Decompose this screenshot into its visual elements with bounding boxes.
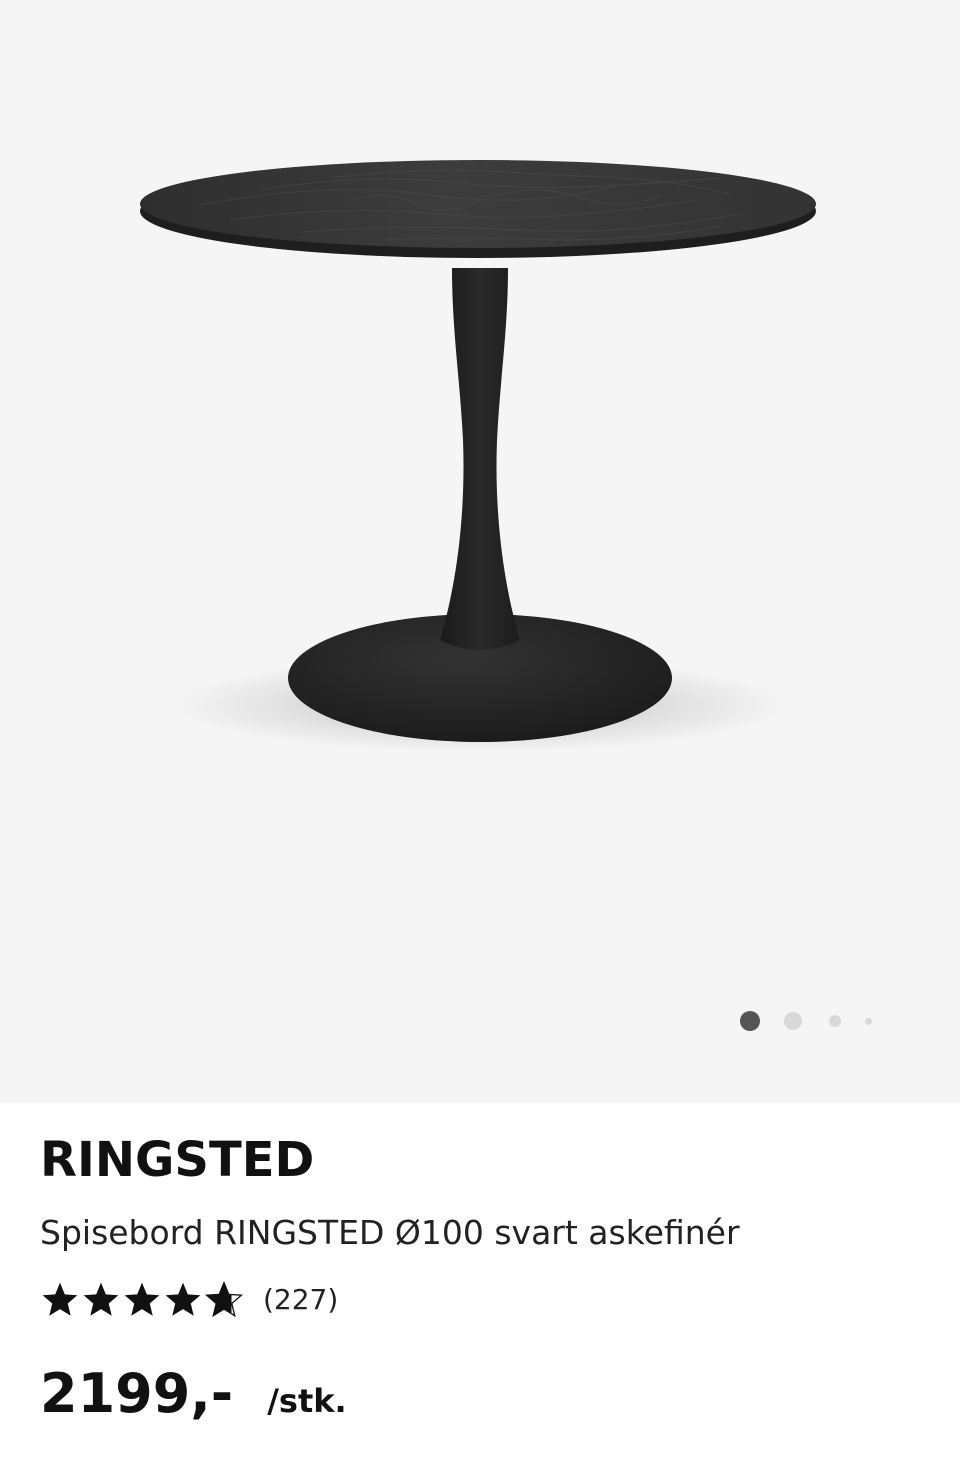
- star-icon: [165, 1282, 201, 1316]
- rating-stars: [40, 1281, 245, 1319]
- carousel-dots[interactable]: [740, 1009, 872, 1033]
- star-icon: [83, 1282, 119, 1316]
- star-icon: [124, 1282, 160, 1316]
- product-rating[interactable]: (227): [40, 1275, 338, 1325]
- table-stem: [440, 268, 520, 650]
- carousel-dot[interactable]: [865, 1017, 872, 1025]
- review-count[interactable]: (227): [263, 1280, 338, 1320]
- table-top: [140, 160, 816, 248]
- price-unit: /stk.: [267, 1382, 347, 1420]
- star-half-icon: [204, 1281, 244, 1318]
- product-description[interactable]: Spisebord RINGSTED Ø100 svart askefinér: [40, 1211, 740, 1255]
- carousel-dot[interactable]: [829, 1015, 841, 1027]
- product-price: 2199,-: [40, 1362, 234, 1425]
- price-row: 2199,- /stk.: [40, 1359, 347, 1429]
- product-name[interactable]: RINGSTED: [40, 1131, 314, 1189]
- star-icon: [42, 1282, 78, 1316]
- product-image[interactable]: [0, 0, 960, 1103]
- carousel-dot-active[interactable]: [740, 1011, 760, 1031]
- product-image-gallery[interactable]: [0, 0, 960, 1103]
- carousel-dot[interactable]: [784, 1012, 802, 1030]
